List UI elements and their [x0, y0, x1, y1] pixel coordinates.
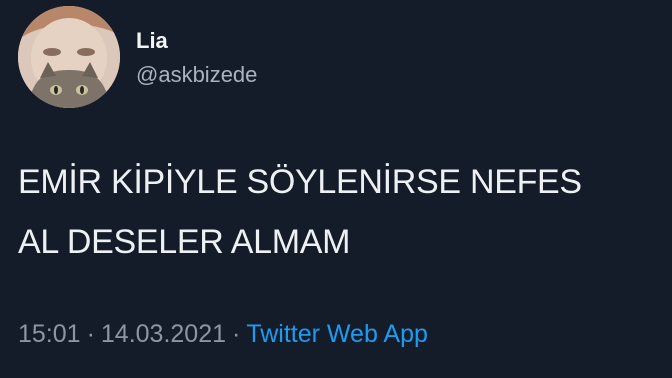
meta-separator: · — [86, 320, 95, 348]
avatar-image — [18, 6, 120, 108]
tweet-source-link[interactable]: Twitter Web App — [246, 320, 428, 348]
tweet-text: EMİR KİPİYLE SÖYLENİRSE NEFES AL DESELER… — [18, 152, 668, 272]
tweet-text-line: EMİR KİPİYLE SÖYLENİRSE NEFES — [18, 163, 582, 201]
meta-separator: · — [232, 320, 241, 348]
tweet-date[interactable]: 14.03.2021 — [101, 320, 226, 348]
tweet-meta: 15:01 · 14.03.2021 · Twitter Web App — [18, 320, 428, 349]
tweet-author: Lia @askbizede — [136, 28, 257, 88]
avatar[interactable] — [18, 6, 120, 108]
tweet-card: Lia @askbizede EMİR KİPİYLE SÖYLENİRSE N… — [0, 0, 672, 378]
tweet-time[interactable]: 15:01 — [18, 320, 81, 348]
display-name[interactable]: Lia — [136, 28, 257, 54]
tweet-text-line: AL DESELER ALMAM — [18, 223, 351, 261]
user-handle[interactable]: @askbizede — [136, 62, 257, 88]
